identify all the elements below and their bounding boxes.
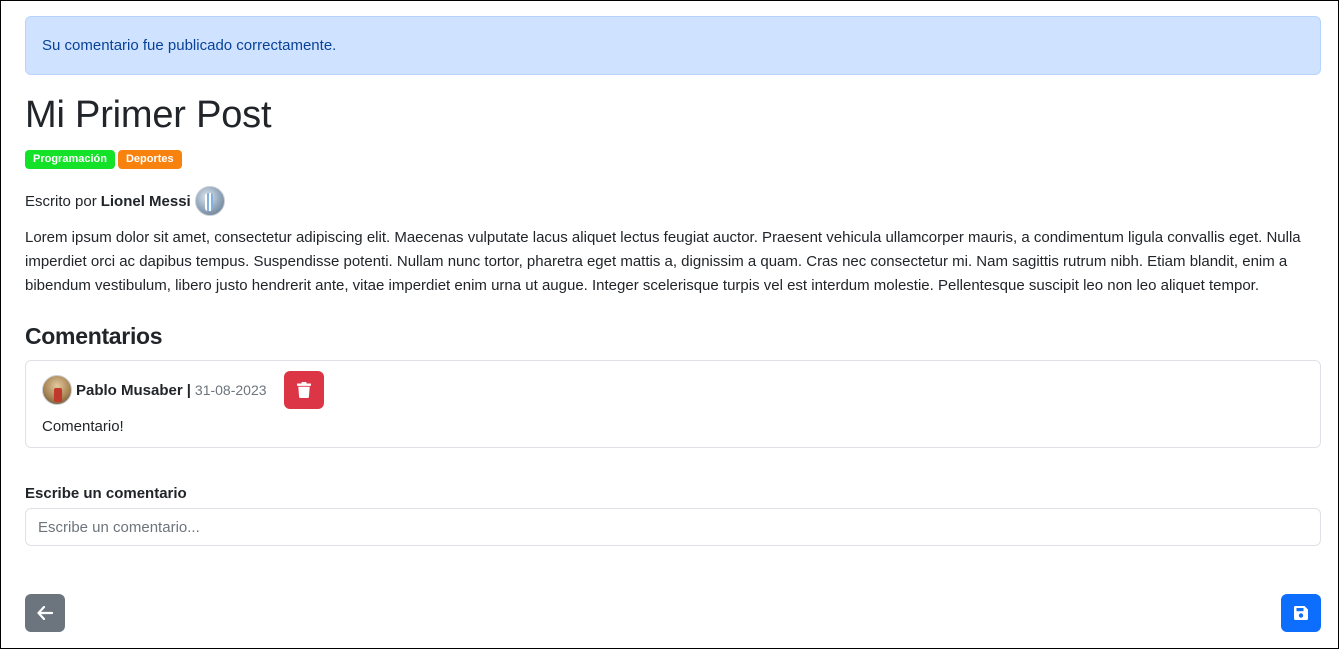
back-button[interactable] — [25, 594, 65, 632]
comments-heading: Comentarios — [25, 323, 163, 349]
save-button[interactable] — [1281, 594, 1321, 632]
user-avatar-icon — [194, 186, 225, 216]
comment-form-label: Escribe un comentario — [25, 485, 187, 502]
tag-badge-programacion: Programación — [25, 150, 115, 169]
post-title: Mi Primer Post — [25, 94, 272, 136]
comment-date: 31-08-2023 — [194, 382, 267, 398]
comment-header: Pablo Musaber | 31-08-2023 — [42, 371, 1304, 409]
alert-message: Su comentario fue publicado correctament… — [42, 37, 337, 54]
post-author: Escrito por Lionel Messi — [25, 186, 1321, 216]
comment-input[interactable] — [25, 508, 1321, 546]
arrow-left-icon — [37, 606, 53, 620]
tag-badge-deportes: Deportes — [117, 150, 182, 169]
author-name: Lionel Messi — [100, 192, 191, 210]
comment-card: Pablo Musaber | 31-08-2023 Comentario! — [25, 360, 1321, 448]
floppy-disk-icon — [1294, 606, 1308, 620]
page-frame: Su comentario fue publicado correctament… — [0, 0, 1339, 649]
post-tags: Programación Deportes — [25, 150, 1321, 169]
commenter-avatar-icon — [42, 375, 72, 405]
success-alert: Su comentario fue publicado correctament… — [25, 16, 1321, 75]
delete-comment-button[interactable] — [283, 371, 324, 409]
main-container: Su comentario fue publicado correctament… — [25, 16, 1321, 546]
comment-text: Comentario! — [42, 418, 124, 435]
comment-separator: | — [186, 381, 191, 399]
comment-author: Pablo Musaber — [76, 381, 183, 399]
author-prefix: Escrito por — [25, 192, 97, 210]
post-body: Lorem ipsum dolor sit amet, consectetur … — [25, 229, 1301, 294]
trash-icon — [296, 382, 311, 398]
